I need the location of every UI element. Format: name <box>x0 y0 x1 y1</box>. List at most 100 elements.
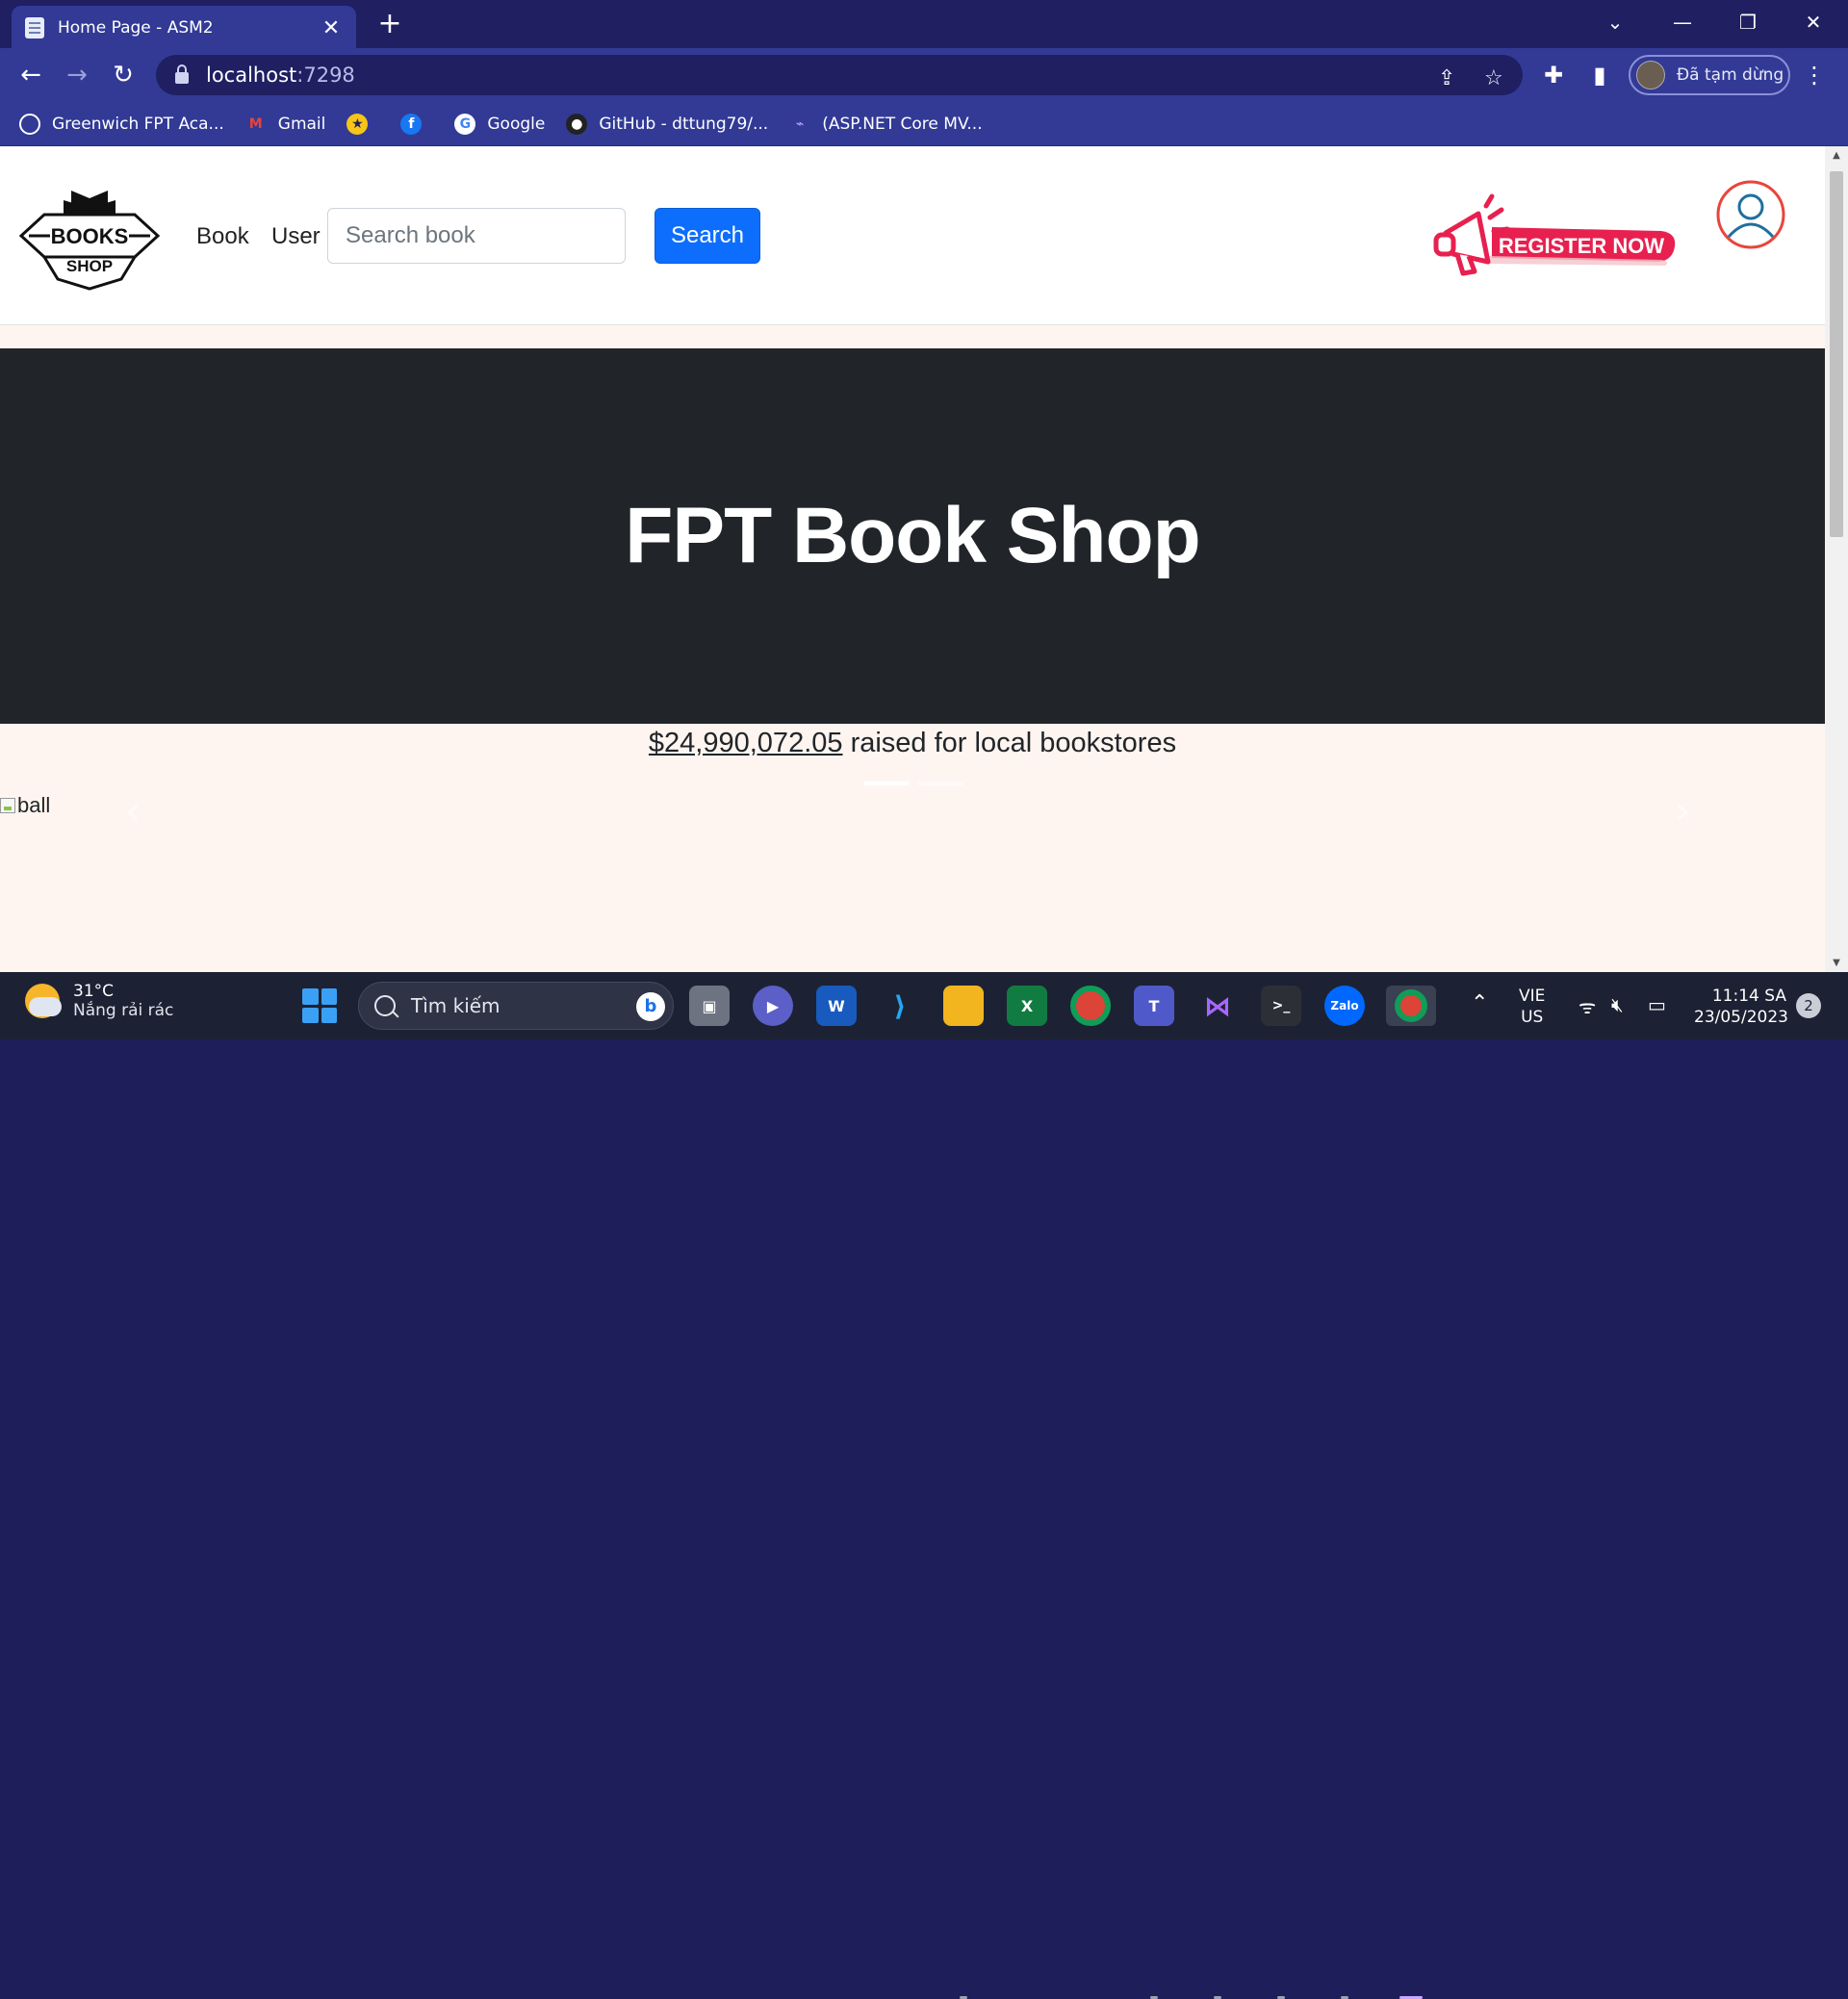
raised-amount: $24,990,072.05 <box>648 728 843 758</box>
scroll-down-arrow-icon[interactable]: ▼ <box>1825 958 1848 968</box>
bookmarks-bar: Greenwich FPT Aca... M Gmail ★ f G Googl… <box>0 102 1848 146</box>
search-icon <box>374 995 396 1016</box>
search-book-input[interactable] <box>327 208 626 264</box>
partly-sunny-icon <box>25 984 62 1018</box>
carousel-indicator-active[interactable] <box>864 782 909 785</box>
register-now-banner[interactable]: REGISTER NOW <box>1424 189 1684 295</box>
chrome-icon[interactable] <box>1070 986 1111 1026</box>
restore-window-icon[interactable]: ❐ <box>1729 6 1767 38</box>
meet-chat-icon[interactable]: ▶ <box>753 986 793 1026</box>
notification-badge[interactable]: 2 <box>1796 993 1821 1018</box>
weather-condition: Nắng rải rác <box>73 1001 174 1020</box>
books-shop-logo[interactable]: BOOKS SHOP <box>15 183 164 291</box>
lock-icon <box>175 64 189 84</box>
carousel-prev-icon[interactable]: ‹ <box>125 789 141 833</box>
hero-title: FPT Book Shop <box>625 492 1200 579</box>
show-hidden-icons-chevron-icon[interactable]: ⌃ <box>1471 991 1488 1015</box>
page-favicon-icon <box>25 17 44 38</box>
speaker-muted-icon[interactable]: 🔇︎ <box>1611 993 1624 1016</box>
keyboard-layout: US <box>1521 1008 1544 1027</box>
carousel-indicators <box>864 782 962 785</box>
profile-status: Đã tạm dừng <box>1677 65 1784 85</box>
avatar <box>1636 61 1665 90</box>
nav-user-link[interactable]: User <box>271 223 321 250</box>
bookmark-google[interactable]: G Google <box>454 113 546 135</box>
bookmark-label: GitHub - dttung79/... <box>599 114 769 134</box>
clock-time: 11:14 SA <box>1711 987 1786 1006</box>
close-tab-icon[interactable]: ✕ <box>320 16 343 40</box>
broken-image-icon <box>0 798 15 813</box>
input-language[interactable]: VIE US <box>1519 986 1545 1028</box>
bookmark-greenwich[interactable]: Greenwich FPT Aca... <box>19 113 224 135</box>
logo-books-text: BOOKS <box>51 224 129 248</box>
search-button[interactable]: Search <box>654 208 760 264</box>
bookmark-star-icon[interactable]: ☆ <box>1484 66 1503 90</box>
windows-taskbar: 31°C Nắng rải rác Tìm kiếm b ▣ ▶ W ⟩ X T… <box>0 972 1848 1999</box>
bookmark-facebook[interactable]: f <box>400 113 433 135</box>
browser-tab-active[interactable]: Home Page - ASM2 ✕ <box>12 6 356 50</box>
carousel-indicator[interactable] <box>918 782 962 785</box>
bookmark-aspnet[interactable]: ⌁ (ASP.NET Core MV... <box>789 114 983 135</box>
bookmark-gmail[interactable]: M Gmail <box>245 114 326 135</box>
taskbar-search-box[interactable]: Tìm kiếm b <box>358 982 674 1030</box>
minimize-window-icon[interactable]: — <box>1663 6 1702 38</box>
word-icon[interactable]: W <box>816 986 857 1026</box>
tab-search-chevron-icon[interactable]: ⌄ <box>1596 6 1634 38</box>
close-window-icon[interactable]: ✕ <box>1794 6 1833 38</box>
logo-shop-text: SHOP <box>66 257 113 275</box>
bing-icon[interactable]: b <box>636 992 665 1021</box>
windows-start-icon[interactable] <box>302 988 337 1023</box>
bookmark-label: Greenwich FPT Aca... <box>52 114 224 134</box>
profile-button[interactable]: Đã tạm dừng <box>1629 55 1790 95</box>
vscode-icon[interactable]: ⟩ <box>880 986 920 1026</box>
side-panel-icon[interactable]: ▮ <box>1582 56 1617 94</box>
image-alt-text: ball <box>17 793 51 817</box>
visual-studio-icon[interactable]: ⋈ <box>1197 986 1238 1026</box>
url-port: :7298 <box>296 64 355 87</box>
task-view-icon[interactable]: ▣ <box>689 986 730 1026</box>
ankhang-icon: ★ <box>346 113 369 135</box>
bookmark-github[interactable]: ● GitHub - dttung79/... <box>566 113 769 135</box>
battery-icon[interactable]: ▭ <box>1648 993 1666 1016</box>
github-icon: ● <box>566 113 588 135</box>
scroll-up-arrow-icon[interactable]: ▲ <box>1825 150 1848 161</box>
address-bar[interactable]: localhost:7298 ⇪ ☆ <box>156 55 1523 95</box>
weather-widget[interactable]: 31°C Nắng rải rác <box>25 982 173 1020</box>
browser-tab-bar: Home Page - ASM2 ✕ + ⌄ — ❐ ✕ <box>0 0 1848 50</box>
register-now-text: REGISTER NOW <box>1499 234 1665 258</box>
forward-arrow-icon[interactable]: → <box>60 58 94 92</box>
site-header: BOOKS SHOP Book User Search REGISTER NOW <box>0 146 1825 325</box>
system-clock[interactable]: 11:14 SA 23/05/2023 <box>1694 986 1788 1028</box>
back-arrow-icon[interactable]: ← <box>13 58 48 92</box>
carousel-image: ball <box>0 793 50 818</box>
excel-icon[interactable]: X <box>1007 986 1047 1026</box>
aspnet-icon: ⌁ <box>796 115 805 132</box>
taskbar-search-placeholder: Tìm kiếm <box>411 994 500 1017</box>
carousel-next-icon[interactable]: › <box>1675 789 1690 833</box>
gmail-icon: M <box>248 115 263 132</box>
url-host: localhost <box>206 64 297 87</box>
share-icon[interactable]: ⇪ <box>1438 66 1455 90</box>
bookmark-label: Gmail <box>277 114 326 134</box>
browser-toolbar: ← → ↻ localhost:7298 ⇪ ☆ ✚ ▮ Đã tạm dừng… <box>0 48 1848 102</box>
terminal-icon[interactable]: >_ <box>1261 986 1301 1026</box>
reload-icon[interactable]: ↻ <box>106 58 141 92</box>
page-scrollbar[interactable]: ▲ ▼ <box>1825 146 1848 972</box>
user-profile-icon[interactable] <box>1715 179 1786 250</box>
language-code: VIE <box>1519 987 1546 1006</box>
teams-icon[interactable]: T <box>1134 986 1174 1026</box>
bookmark-label: Google <box>487 114 546 134</box>
new-tab-button[interactable]: + <box>375 8 404 40</box>
greenwich-icon <box>19 113 40 135</box>
bookmark-label: (ASP.NET Core MV... <box>822 114 983 134</box>
zalo-icon[interactable]: Zalo <box>1324 986 1365 1026</box>
bookmark-ankhang[interactable]: ★ <box>346 113 379 135</box>
wifi-icon[interactable]: ᯤ <box>1578 993 1596 1019</box>
more-menu-icon[interactable]: ⋮ <box>1800 58 1829 92</box>
extensions-puzzle-icon[interactable]: ✚ <box>1536 56 1571 94</box>
page-viewport: BOOKS SHOP Book User Search REGISTER NOW <box>0 146 1848 972</box>
file-explorer-icon[interactable] <box>943 986 984 1026</box>
chrome-active-icon[interactable] <box>1386 986 1436 1026</box>
nav-book-link[interactable]: Book <box>196 223 249 250</box>
scrollbar-thumb[interactable] <box>1830 171 1843 537</box>
